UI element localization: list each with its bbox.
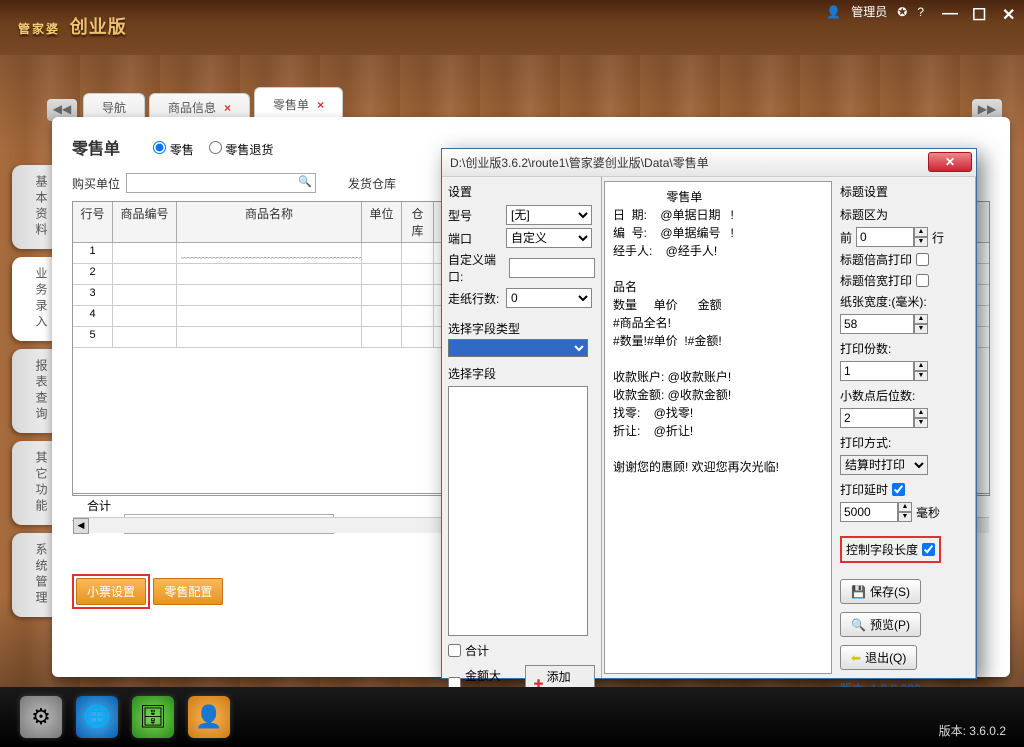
close-icon[interactable]: × xyxy=(317,98,324,112)
sidetab-business[interactable]: 业务录入 xyxy=(12,257,54,341)
magnify-icon: 🔍 xyxy=(851,618,866,632)
decimal-spinner[interactable]: ▲▼ xyxy=(840,408,928,428)
title-right: 👤 管理员 ✪ ? — ☐ ✕ xyxy=(826,3,1016,20)
field-type-select[interactable] xyxy=(448,339,588,357)
user-icon: 👤 xyxy=(826,5,841,19)
dialog-left-column: 设置 型号[无] 端口自定义 自定义端口: 走纸行数:0 选择字段类型 选择字段… xyxy=(442,177,602,678)
retail-config-button[interactable]: 零售配置 xyxy=(153,578,223,605)
close-button[interactable]: ✕ xyxy=(1002,5,1016,19)
delay-checkbox[interactable] xyxy=(892,483,905,496)
wechat-icon[interactable]: ✪ xyxy=(897,5,907,19)
custom-port-input[interactable] xyxy=(509,258,595,278)
user-label[interactable]: 管理员 xyxy=(851,3,887,20)
radio-retail[interactable]: 零售 xyxy=(153,143,193,157)
warehouse-label: 发货仓库 xyxy=(348,175,396,192)
app-version: 版本: 3.6.0.2 xyxy=(939,722,1006,739)
model-select[interactable]: [无] xyxy=(506,205,592,225)
dialog-right-column: 标题设置 标题区为 前 ▲▼ 行 标题倍高打印 标题倍宽打印 纸张宽度:(毫米)… xyxy=(834,177,976,678)
receipt-settings-button[interactable]: 小票设置 xyxy=(76,578,146,605)
dialog-titlebar[interactable]: D:\创业版3.6.2\route1\管家婆创业版\Data\零售单 ✕ xyxy=(442,149,976,177)
total-checkbox[interactable] xyxy=(448,644,461,657)
buyer-label: 购买单位 xyxy=(72,175,120,192)
preview-pane[interactable]: 零售单 日 期: @单据日期 ! 编 号: @单据编号 ! 经手人: @经手人!… xyxy=(604,181,832,674)
taskbar-user-icon[interactable]: 👤 xyxy=(188,696,230,738)
double-width-checkbox[interactable] xyxy=(916,274,929,287)
taskbar-globe-icon[interactable]: 🌐 xyxy=(76,696,118,738)
sidetab-report[interactable]: 报表查询 xyxy=(12,349,54,433)
settings-section-title: 设置 xyxy=(448,181,595,202)
field-length-checkbox[interactable] xyxy=(922,543,935,556)
close-icon[interactable]: × xyxy=(224,101,231,115)
paper-lines-select[interactable]: 0 xyxy=(506,288,592,308)
exit-button[interactable]: ⬅退出(Q) xyxy=(840,645,917,670)
paper-width-spinner[interactable]: ▲▼ xyxy=(840,314,928,334)
delay-spinner[interactable]: ▲▼ xyxy=(840,502,912,522)
radio-return[interactable]: 零售退货 xyxy=(209,143,273,157)
taskbar: ⚙ 🌐 🗄 👤 版本: 3.6.0.2 xyxy=(0,687,1024,747)
search-icon[interactable]: 🔍 xyxy=(298,175,312,188)
double-height-checkbox[interactable] xyxy=(916,253,929,266)
tabstrip: ◀◀ 导航 商品信息× 零售单× ▶▶ xyxy=(45,85,1004,121)
maximize-button[interactable]: ☐ xyxy=(972,5,986,19)
taskbar-settings-icon[interactable]: ⚙ xyxy=(20,696,62,738)
titlebar: 管家婆 创业版 👤 管理员 ✪ ? — ☐ ✕ xyxy=(0,0,1024,55)
tab-retail[interactable]: 零售单× xyxy=(254,87,343,121)
taskbar-database-icon[interactable]: 🗄 xyxy=(132,696,174,738)
field-listbox[interactable] xyxy=(448,386,588,636)
buyer-input[interactable]: 🔍 xyxy=(126,173,316,193)
preview-button[interactable]: 🔍预览(P) xyxy=(840,612,921,637)
sidetab-basic[interactable]: 基本资料 xyxy=(12,165,54,249)
title-lines-spinner[interactable]: ▲▼ xyxy=(856,227,928,247)
receipt-settings-dialog: D:\创业版3.6.2\route1\管家婆创业版\Data\零售单 ✕ 设置 … xyxy=(441,148,977,679)
page-title: 零售单 xyxy=(72,135,120,159)
print-mode-select[interactable]: 结算时打印 xyxy=(840,455,928,475)
save-icon: 💾 xyxy=(851,585,866,599)
exit-icon: ⬅ xyxy=(851,651,861,665)
minimize-button[interactable]: — xyxy=(942,5,956,19)
save-button[interactable]: 💾保存(S) xyxy=(840,579,921,604)
dialog-title-path: D:\创业版3.6.2\route1\管家婆创业版\Data\零售单 xyxy=(450,154,709,171)
preview-text: 零售单 日 期: @单据日期 ! 编 号: @单据编号 ! 经手人: @经手人!… xyxy=(605,182,831,482)
sidetab-system[interactable]: 系统管理 xyxy=(12,533,54,617)
retail-type-group: 零售 零售退货 xyxy=(153,141,285,158)
logo-sub: 创业版 xyxy=(70,17,127,37)
port-select[interactable]: 自定义 xyxy=(506,228,592,248)
help-icon[interactable]: ? xyxy=(917,5,924,19)
logo-main: 管家婆 xyxy=(18,22,60,36)
sidetab-other[interactable]: 其它功能 xyxy=(12,441,54,525)
dialog-close-button[interactable]: ✕ xyxy=(928,152,972,172)
copies-spinner[interactable]: ▲▼ xyxy=(840,361,928,381)
app-logo: 管家婆 创业版 xyxy=(18,8,127,40)
field-length-label: 控制字段长度 xyxy=(846,541,918,558)
scroll-left-icon[interactable]: ◀ xyxy=(73,518,89,534)
title-area-row: 标题区为 xyxy=(840,206,969,223)
